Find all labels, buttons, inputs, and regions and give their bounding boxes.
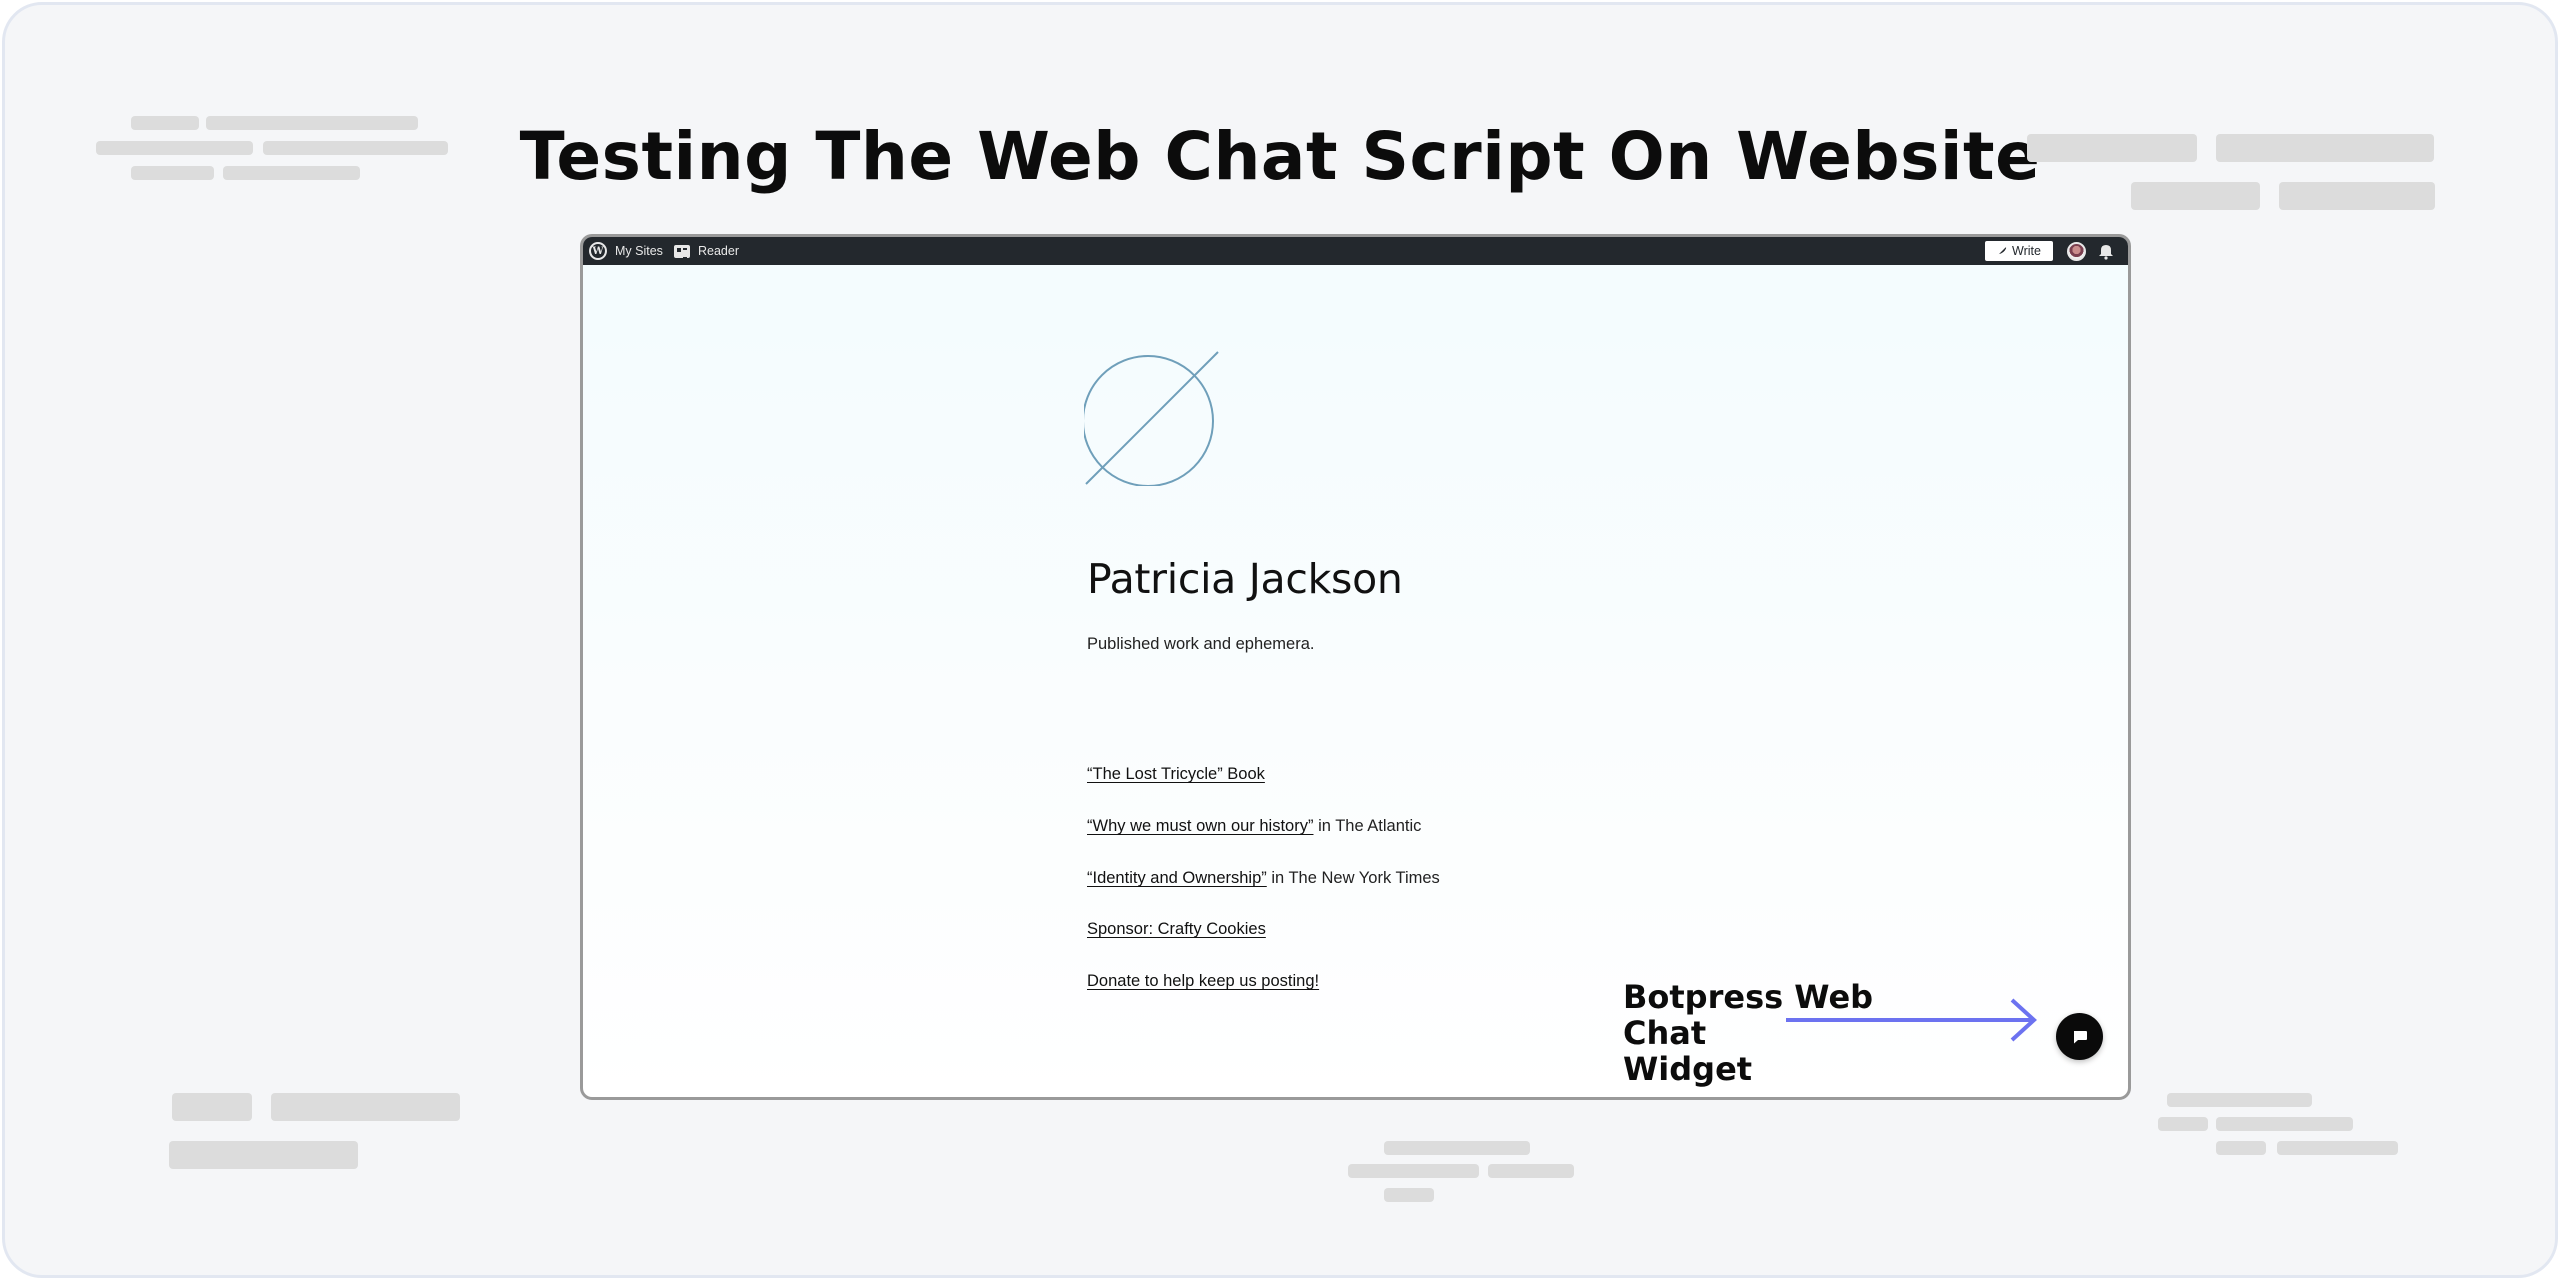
list-item: “The Lost Tricycle” Book (1087, 765, 1265, 784)
list-item: Sponsor: Crafty Cookies (1087, 920, 1266, 939)
site-title[interactable]: Patricia Jackson (1087, 555, 1403, 603)
list-item: Donate to help keep us posting! (1087, 972, 1319, 991)
wordpress-logo-icon: W (589, 242, 607, 260)
wordpress-admin-bar: W My Sites Reader Write (583, 237, 2128, 265)
my-sites-label: My Sites (615, 244, 663, 258)
write-button[interactable]: Write (1985, 241, 2053, 261)
chat-bubble-icon (2073, 1030, 2087, 1043)
list-item: “Why we must own our history” in The Atl… (1087, 817, 1422, 835)
link-sponsor[interactable]: Sponsor: Crafty Cookies (1087, 920, 1266, 938)
link-identity-ownership[interactable]: “Identity and Ownership” (1087, 869, 1267, 887)
chat-widget-button[interactable] (2056, 1013, 2103, 1060)
site-logo-icon[interactable] (1084, 350, 1220, 486)
user-avatar[interactable] (2067, 242, 2086, 261)
link-own-our-history[interactable]: “Why we must own our history” (1087, 817, 1313, 835)
list-item: “Identity and Ownership” in The New York… (1087, 869, 1440, 887)
feather-pen-icon (1998, 247, 2007, 255)
write-label: Write (2012, 244, 2041, 258)
notifications-bell-icon[interactable] (2097, 242, 2115, 260)
reader-label: Reader (698, 244, 739, 258)
site-tagline: Published work and ephemera. (1087, 635, 1315, 653)
reader-link[interactable]: Reader (674, 237, 739, 265)
annotation-arrow-icon (1786, 998, 2037, 1042)
website-preview-window: W My Sites Reader Write Patricia Jackson… (580, 234, 2131, 1100)
my-sites-link[interactable]: W My Sites (589, 237, 663, 265)
link-lost-tricycle[interactable]: “The Lost Tricycle” Book (1087, 765, 1265, 783)
link-donate[interactable]: Donate to help keep us posting! (1087, 972, 1319, 990)
reader-icon (674, 244, 690, 259)
